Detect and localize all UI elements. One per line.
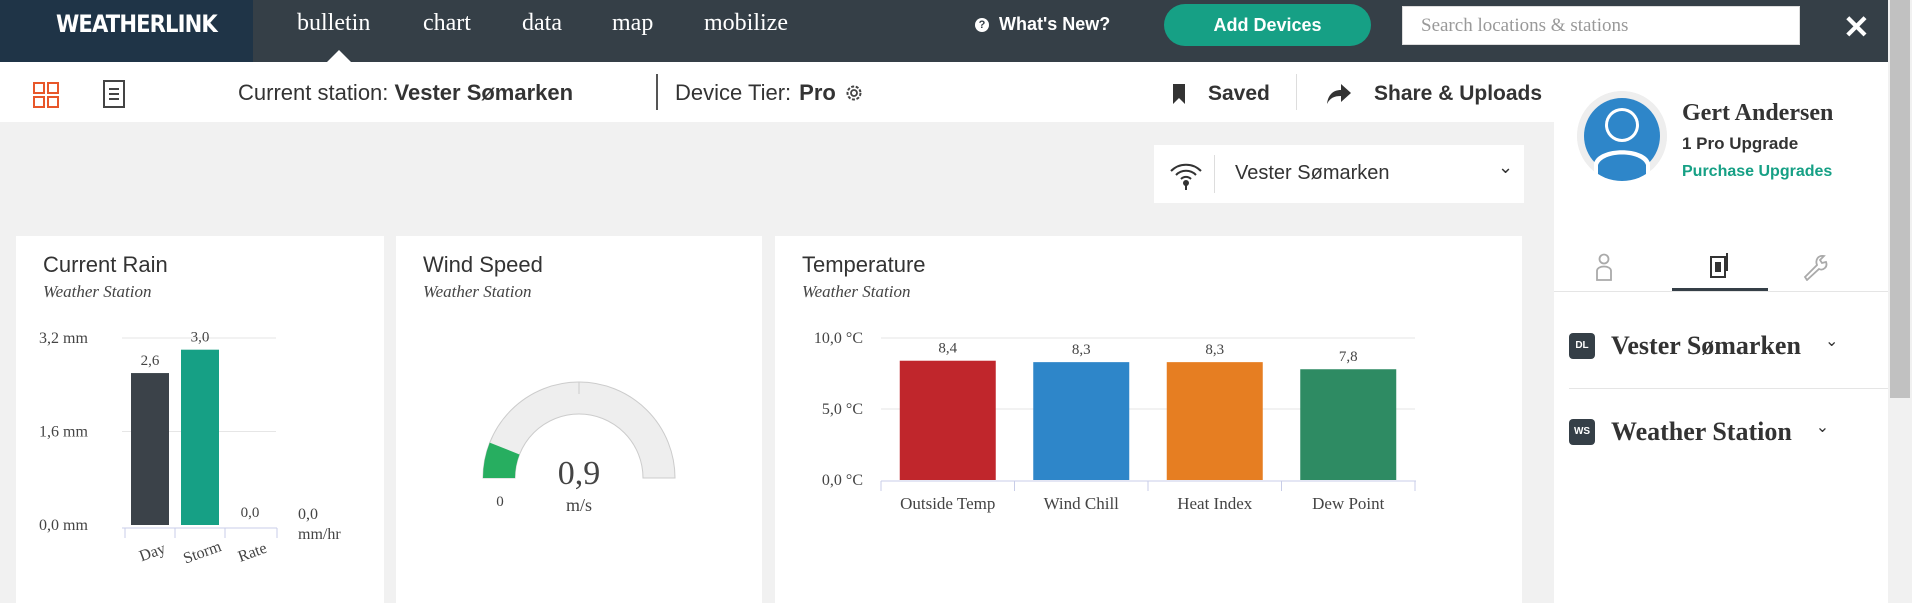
add-devices-button[interactable]: Add Devices [1164, 4, 1371, 46]
current-rain-card[interactable]: Current Rain Weather Station 3,2 mm 1,6 m… [16, 236, 384, 603]
device-tier-value: Pro [799, 80, 836, 105]
share-uploads-button[interactable]: Share & Uploads [1326, 82, 1542, 106]
x-tick-label: Storm [181, 538, 224, 568]
chevron-down-icon[interactable]: ⌄ [1816, 417, 1829, 437]
scrollbar-thumb[interactable] [1890, 0, 1910, 398]
saved-label: Saved [1208, 82, 1270, 105]
device-name: Weather Station [1611, 417, 1792, 446]
rate-unit: mm/hr [298, 526, 341, 543]
nav-map[interactable]: map [612, 10, 653, 37]
device-badge: WS [1569, 419, 1595, 445]
gear-icon[interactable] [844, 83, 864, 103]
chevron-down-icon: ⌄ [1498, 157, 1514, 177]
tab-devices[interactable] [1672, 242, 1768, 292]
user-panel: Gert Andersen 1 Pro Upgrade Purchase Upg… [1554, 62, 1912, 603]
temperature-chart: 10,0 °C 5,0 °C 0,0 °C 8,4 Outside Temp 8,3 Win… [814, 330, 1416, 513]
x-tick-label: Wind Chill [1044, 494, 1120, 513]
device-tier-label: Device Tier: [675, 80, 792, 105]
wrench-icon [1803, 254, 1828, 281]
station-dropdown[interactable]: Vester Sømarken ⌄ [1154, 145, 1524, 203]
temperature-bar [1033, 362, 1130, 480]
gauge-unit: m/s [566, 495, 592, 515]
nav-mobilize[interactable]: mobilize [704, 10, 788, 37]
device-item[interactable]: WS Weather Station ⌄ [1569, 417, 1829, 447]
station-dropdown-value: Vester Sømarken [1235, 162, 1390, 184]
x-tick-label: Rate [236, 540, 269, 566]
y-tick-label: 10,0 °C [814, 330, 863, 347]
list-view-icon[interactable] [103, 80, 125, 108]
close-icon[interactable]: ✕ [1843, 8, 1870, 46]
rain-bar [181, 349, 219, 525]
device-icon [1710, 253, 1728, 278]
temperature-bar [899, 360, 996, 480]
dropdown-divider [1214, 155, 1215, 193]
device-name: Vester Sømarken [1611, 331, 1801, 360]
device-divider [1569, 388, 1897, 389]
y-tick-label: 5,0 °C [822, 401, 863, 418]
nav-bulletin[interactable]: bulletin [297, 10, 370, 37]
toolbar-divider [656, 74, 658, 110]
purchase-upgrades-link[interactable]: Purchase Upgrades [1682, 163, 1832, 181]
current-station: Current station: Vester Sømarken [238, 80, 573, 106]
gauge-value: 0,9 [558, 455, 601, 492]
data-label: 8,3 [1205, 342, 1224, 358]
device-badge: DL [1569, 333, 1595, 359]
device-item[interactable]: DL Vester Sømarken ⌄ [1569, 331, 1838, 361]
whats-new-label: What's New? [999, 14, 1111, 34]
user-avatar-icon [1577, 91, 1667, 181]
rate-value: 0,0 [298, 506, 318, 523]
top-navigation-bar: WEATHERLINK bulletin chart data map mobi… [0, 0, 1912, 62]
temperature-bar [1166, 362, 1263, 480]
current-station-value: Vester Sømarken [394, 80, 574, 105]
saved-button[interactable]: Saved [1172, 82, 1270, 106]
person-icon [1596, 253, 1612, 281]
chevron-down-icon[interactable]: ⌄ [1825, 331, 1838, 351]
y-tick-label: 0,0 °C [822, 472, 863, 489]
weatherlink-logo[interactable]: WEATHERLINK [56, 10, 218, 38]
avatar[interactable] [1577, 91, 1667, 181]
x-tick-label: Heat Index [1177, 494, 1253, 513]
share-uploads-label: Share & Uploads [1374, 82, 1543, 105]
tab-divider [1554, 291, 1912, 292]
y-tick-label: 3,2 mm [39, 330, 88, 347]
user-plan: 1 Pro Upgrade [1682, 134, 1799, 153]
temperature-card[interactable]: Temperature Weather Station 10,0 °C 5,0 °… [775, 236, 1522, 603]
data-label: 8,3 [1072, 342, 1091, 358]
x-tick-label: Dew Point [1312, 494, 1385, 513]
x-tick-label: Day [137, 540, 168, 565]
wind-speed-card[interactable]: Wind Speed Weather Station 0,9 m/s 0 [396, 236, 762, 603]
data-label: 8,4 [938, 341, 957, 357]
logo-area[interactable]: WEATHERLINK [0, 0, 253, 62]
data-label: 3,0 [191, 330, 210, 346]
tab-settings[interactable] [1768, 242, 1864, 292]
gauge-min-label: 0 [496, 494, 504, 510]
toolbar-divider-2 [1296, 74, 1297, 110]
wind-gauge: 0,9 m/s 0 [482, 381, 676, 515]
nav-chart[interactable]: chart [423, 10, 471, 37]
device-tier: Device Tier: Pro [675, 80, 864, 106]
rain-chart: 3,2 mm 1,6 mm 0,0 mm 2,6 Day 3,0 Storm 0,0 Rate 0… [39, 330, 341, 568]
user-name: Gert Andersen [1682, 100, 1834, 126]
whats-new-link[interactable]: ? What's New? [975, 14, 1110, 35]
x-tick-label: Outside Temp [900, 494, 995, 513]
active-nav-indicator [327, 50, 351, 62]
share-arrow-icon [1327, 84, 1351, 104]
data-label: 2,6 [141, 353, 160, 369]
bookmark-icon [1173, 84, 1185, 104]
y-tick-label: 0,0 mm [39, 517, 88, 534]
tab-profile[interactable] [1556, 242, 1652, 292]
question-icon: ? [975, 17, 989, 32]
grid-view-icon[interactable] [33, 82, 59, 108]
data-label: 0,0 [241, 505, 260, 521]
y-tick-label: 1,6 mm [39, 424, 88, 441]
nav-data[interactable]: data [522, 10, 562, 37]
current-station-label: Current station: [238, 80, 389, 105]
search-input[interactable]: Search locations & stations [1402, 6, 1800, 45]
rain-bar [131, 373, 169, 525]
data-label: 7,8 [1339, 349, 1358, 365]
temperature-bar [1300, 369, 1397, 480]
wifi-station-icon [1170, 163, 1202, 190]
